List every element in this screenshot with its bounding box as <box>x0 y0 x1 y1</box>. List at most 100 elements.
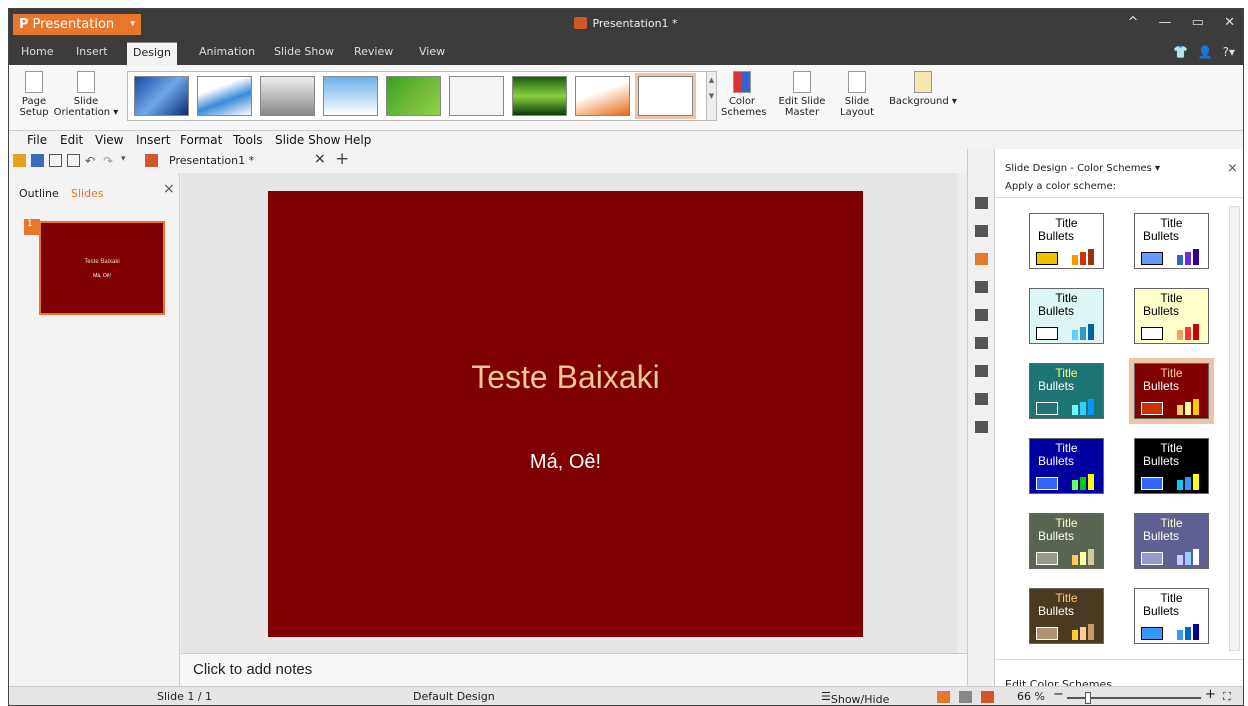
scheme-bar-swatch <box>1185 402 1191 415</box>
undo-icon[interactable]: ↶ <box>85 154 98 168</box>
slide-layout-button[interactable]: Slide Layout <box>837 71 877 118</box>
slide-transition-icon[interactable] <box>975 309 988 321</box>
shapes-icon[interactable] <box>975 393 988 405</box>
menu-insert[interactable]: Insert <box>136 133 170 147</box>
tab-home[interactable]: Home <box>21 45 53 58</box>
save-icon[interactable] <box>31 154 44 167</box>
new-tab-icon[interactable]: + <box>335 149 349 169</box>
tab-animation[interactable]: Animation <box>199 45 255 58</box>
slide-subtitle[interactable]: Má, Oê! <box>268 451 863 474</box>
design-thumb-wave[interactable] <box>197 76 252 116</box>
close-tab-icon[interactable]: × <box>314 151 326 167</box>
design-thumb-green[interactable] <box>512 76 567 116</box>
color-scheme-option[interactable]: Title Bullets <box>1134 363 1209 419</box>
tab-insert[interactable]: Insert <box>76 45 108 58</box>
scheme-bar-swatch <box>1185 627 1191 640</box>
minimize-button[interactable]: — <box>1159 15 1172 30</box>
scheme-bar-swatch <box>1177 330 1183 340</box>
color-scheme-option[interactable]: Title Bullets <box>1134 213 1209 269</box>
sorter-view-icon[interactable] <box>959 691 972 703</box>
color-schemes-button[interactable]: Color Schemes <box>721 71 766 118</box>
customize-toolbar-icon[interactable]: ▾ <box>121 154 134 167</box>
design-thumb-green-clock[interactable] <box>386 76 441 116</box>
design-thumb-sketch[interactable] <box>449 76 504 116</box>
gallery-scroll[interactable]: ▲ ▼ <box>706 71 717 121</box>
scheme-bullets-text: Bullets <box>1038 379 1075 393</box>
document-tab[interactable]: Presentation1 * <box>169 154 254 167</box>
menu-edit[interactable]: Edit <box>60 133 83 147</box>
close-icon[interactable]: × <box>1227 161 1238 176</box>
slide-title[interactable]: Teste Baixaki <box>268 359 863 396</box>
zoom-out-icon[interactable]: − <box>1053 687 1064 702</box>
quick-toolbar: ↶ ↷ ▾ Presentation1 * × + <box>9 149 966 173</box>
menu-format[interactable]: Format <box>180 133 222 147</box>
zoom-slider-thumb[interactable] <box>1085 692 1092 704</box>
design-thumb-blue[interactable] <box>134 76 189 116</box>
custom-animation-icon[interactable] <box>975 281 988 293</box>
slide-layout-icon[interactable] <box>975 225 988 237</box>
zoom-in-icon[interactable]: + <box>1205 687 1216 702</box>
color-scheme-option[interactable]: Title Bullets <box>1029 288 1104 344</box>
color-scheme-icon[interactable] <box>975 253 988 265</box>
notes-area[interactable]: Click to add notes <box>181 653 967 686</box>
menu-tools[interactable]: Tools <box>233 133 263 147</box>
design-thumb-people[interactable] <box>260 76 315 116</box>
open-icon[interactable] <box>13 154 26 167</box>
color-scheme-option[interactable]: Title Bullets <box>1029 513 1104 569</box>
new-slide-icon[interactable] <box>975 197 988 209</box>
color-scheme-option[interactable]: Title Bullets <box>1029 363 1104 419</box>
menu-help[interactable]: Help <box>344 133 371 147</box>
backup-icon[interactable] <box>975 421 988 433</box>
scheme-bullets-text: Bullets <box>1038 304 1075 318</box>
design-thumb-orange[interactable] <box>575 76 630 116</box>
slide-master-icon[interactable] <box>975 337 988 349</box>
slide-canvas: Teste Baixaki Má, Oê! <box>181 173 957 653</box>
menu-file[interactable]: File <box>27 133 47 147</box>
zoom-slider[interactable] <box>1067 692 1201 704</box>
slideshow-view-icon[interactable] <box>981 691 994 703</box>
scheme-list-scrollbar[interactable] <box>1229 206 1240 651</box>
color-scheme-option[interactable]: Title Bullets <box>1029 438 1104 494</box>
color-scheme-option[interactable]: Title Bullets <box>1134 513 1209 569</box>
background-button[interactable]: Background ▾ <box>889 71 957 107</box>
slide-thumbnail[interactable]: Teste Baixaki Má, Oê! <box>39 221 165 315</box>
fit-window-icon[interactable]: ⛶ <box>1223 690 1231 704</box>
show-hide-note-toggle[interactable]: ☰ Show/Hide Note <box>821 690 889 705</box>
tab-review[interactable]: Review <box>354 45 393 58</box>
color-scheme-option[interactable]: Title Bullets <box>1029 588 1104 644</box>
maximize-button[interactable]: ▭ <box>1192 15 1204 30</box>
scheme-bullets-text: Bullets <box>1038 529 1075 543</box>
redo-icon[interactable]: ↷ <box>103 154 116 168</box>
normal-view-icon[interactable] <box>937 691 950 703</box>
color-scheme-option[interactable]: Title Bullets <box>1134 438 1209 494</box>
pane-title[interactable]: Slide Design - Color Schemes ▾ <box>1005 163 1160 174</box>
tab-slides[interactable]: Slides <box>71 187 104 200</box>
tab-outline[interactable]: Outline <box>19 187 59 200</box>
account-icons[interactable]: 👕 👤 ?▾ <box>1173 45 1235 59</box>
color-scheme-option[interactable]: Title Bullets <box>1134 288 1209 344</box>
close-icon[interactable]: × <box>163 181 175 197</box>
slide-orientation-button[interactable]: Slide Orientation ▾ <box>53 71 119 118</box>
ribbon-collapse-button[interactable]: ^ <box>1127 15 1138 30</box>
edit-slide-master-button[interactable]: Edit Slide Master <box>769 71 835 118</box>
menu-view[interactable]: View <box>95 133 123 147</box>
pane-subheader: Apply a color scheme: <box>1005 181 1116 192</box>
close-button[interactable]: ✕ <box>1224 15 1235 30</box>
canvas-scrollbar[interactable] <box>957 173 967 653</box>
scheme-shape-swatch <box>1141 552 1163 565</box>
color-schemes-pane: Slide Design - Color Schemes ▾ × Apply a… <box>995 149 1243 691</box>
slide[interactable]: Teste Baixaki Má, Oê! <box>268 191 863 637</box>
color-scheme-option[interactable]: Title Bullets <box>1134 588 1209 644</box>
notes-icon[interactable] <box>975 365 988 377</box>
page-setup-button[interactable]: Page Setup <box>15 71 53 118</box>
print-preview-icon[interactable] <box>67 154 80 167</box>
tab-slide-show[interactable]: Slide Show <box>274 45 334 58</box>
print-icon[interactable] <box>49 154 62 167</box>
tab-view[interactable]: View <box>419 45 445 58</box>
design-thumb-default[interactable] <box>638 76 693 116</box>
color-scheme-option[interactable]: Title Bullets <box>1029 213 1104 269</box>
design-thumb-sky[interactable] <box>323 76 378 116</box>
tab-design[interactable]: Design <box>127 42 177 65</box>
color-schemes-icon <box>733 71 751 93</box>
menu-slide-show[interactable]: Slide Show <box>275 133 340 147</box>
